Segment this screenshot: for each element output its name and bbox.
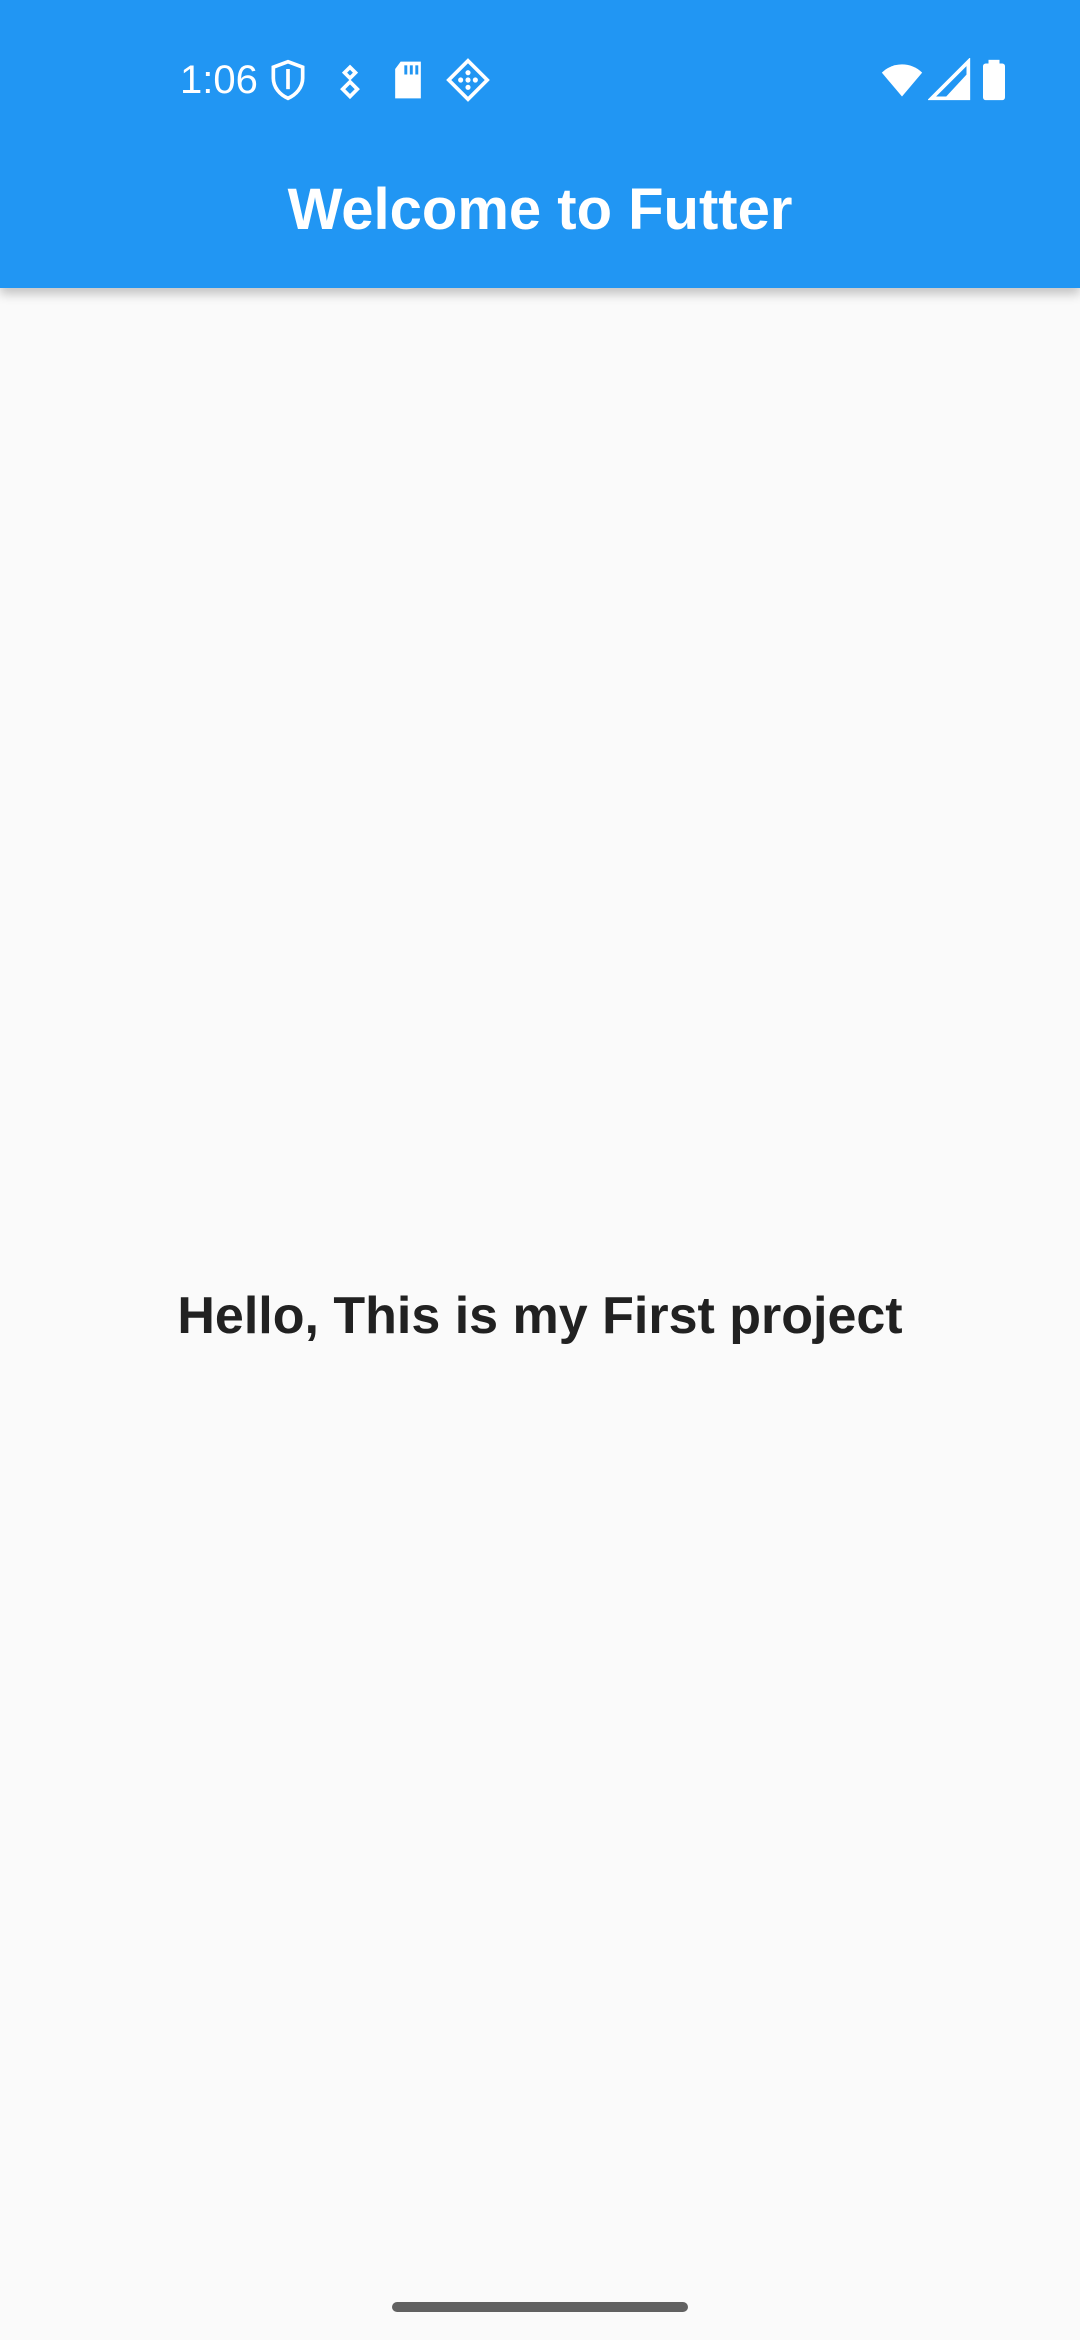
sd-card-icon [386,58,430,102]
location-pin-icon [328,58,372,102]
diamond-grid-icon [446,58,490,102]
cellular-signal-icon [928,58,972,102]
gesture-navigation-bar[interactable] [392,2302,688,2312]
status-bar: 1:06 [0,0,1080,150]
shield-icon [266,58,310,102]
status-time: 1:06 [180,58,258,102]
app-bar: 1:06 Welcome to Futter [0,0,1080,288]
app-screen: 1:06 Welcome to Futter Hello, This is my… [0,0,1080,2340]
wifi-icon [880,58,924,102]
main-message: Hello, This is my First project [177,1287,903,1345]
battery-icon [972,58,1016,102]
app-bar-title: Welcome to Futter [287,177,793,242]
